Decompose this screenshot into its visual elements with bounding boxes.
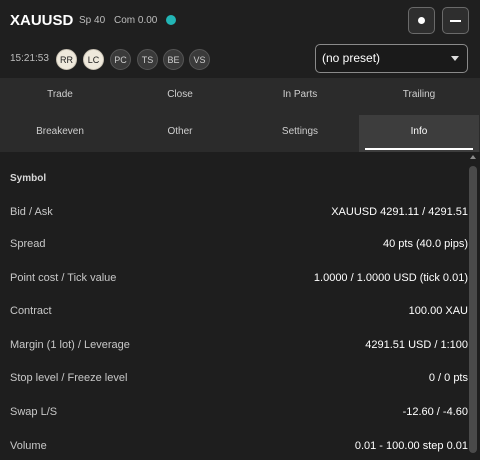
chip-be[interactable]: BE [163, 49, 184, 70]
tab-bar: Trade Close In Parts Trailing Breakeven … [0, 78, 480, 152]
tab-breakeven[interactable]: Breakeven [0, 115, 120, 152]
dot-button[interactable] [408, 7, 435, 34]
chip-pc[interactable]: PC [110, 49, 131, 70]
commission-stat: Com 0.00 [114, 15, 158, 26]
minimize-button[interactable] [442, 7, 469, 34]
scroll-up-icon[interactable] [470, 155, 476, 159]
row-value: 40 pts (40.0 pips) [383, 238, 468, 250]
tab-in-parts[interactable]: In Parts [240, 78, 360, 115]
chip-lc[interactable]: LC [83, 49, 104, 70]
info-row-volume: Volume 0.01 - 100.00 step 0.01 [10, 440, 468, 456]
dot-icon [418, 17, 425, 24]
tab-trailing[interactable]: Trailing [359, 78, 479, 115]
chip-rr[interactable]: RR [56, 49, 77, 70]
header-bar: XAUUSD Sp 40 Com 0.00 15:21:53 RR LC PC … [0, 0, 480, 78]
tab-settings[interactable]: Settings [240, 115, 360, 152]
tab-info[interactable]: Info [359, 115, 479, 152]
info-row-margin: Margin (1 lot) / Leverage 4291.51 USD / … [10, 339, 468, 355]
scrollbar-thumb[interactable] [469, 166, 477, 453]
info-row-stop-level: Stop level / Freeze level 0 / 0 pts [10, 372, 468, 388]
row-label: Volume [10, 440, 47, 452]
preset-select[interactable]: (no preset) [315, 44, 468, 73]
info-row-spread: Spread 40 pts (40.0 pips) [10, 238, 468, 254]
tab-trade[interactable]: Trade [0, 78, 120, 115]
row-value: XAUUSD 4291.11 / 4291.51 [331, 206, 468, 218]
row-label: Margin (1 lot) / Leverage [10, 339, 130, 351]
spread-stat: Sp 40 [79, 15, 106, 26]
info-row-contract: Contract 100.00 XAU [10, 305, 468, 321]
row-label: Stop level / Freeze level [10, 372, 128, 384]
active-tab-indicator [365, 148, 473, 150]
server-time: 15:21:53 [10, 53, 49, 64]
row-label: Contract [10, 305, 52, 317]
minimize-icon [450, 19, 461, 22]
tab-close[interactable]: Close [120, 78, 240, 115]
status-indicator-icon [166, 15, 176, 25]
row-value: -12.60 / -4.60 [402, 406, 468, 418]
info-panel: Symbol Bid / Ask XAUUSD 4291.11 / 4291.5… [0, 152, 480, 460]
tab-other[interactable]: Other [120, 115, 240, 152]
preset-select-value: (no preset) [322, 51, 381, 65]
info-row-swap: Swap L/S -12.60 / -4.60 [10, 406, 468, 422]
chevron-down-icon [451, 56, 459, 61]
row-label: Bid / Ask [10, 206, 53, 218]
chip-ts[interactable]: TS [137, 49, 158, 70]
row-value: 100.00 XAU [408, 305, 468, 317]
section-title: Symbol [10, 173, 47, 184]
row-label: Swap L/S [10, 406, 58, 418]
row-label: Spread [10, 238, 46, 250]
tab-info-label: Info [410, 126, 428, 137]
symbol-title: XAUUSD [10, 12, 74, 29]
info-row-point-cost: Point cost / Tick value 1.0000 / 1.0000 … [10, 272, 468, 288]
row-value: 0 / 0 pts [428, 372, 468, 384]
row-value: 4291.51 USD / 1:100 [365, 339, 468, 351]
row-label: Point cost / Tick value [10, 272, 117, 284]
row-value: 1.0000 / 1.0000 USD (tick 0.01) [313, 272, 468, 284]
row-value: 0.01 - 100.00 step 0.01 [354, 440, 468, 452]
chip-vs[interactable]: VS [189, 49, 210, 70]
info-row-bid-ask: Bid / Ask XAUUSD 4291.11 / 4291.51 [10, 206, 468, 222]
